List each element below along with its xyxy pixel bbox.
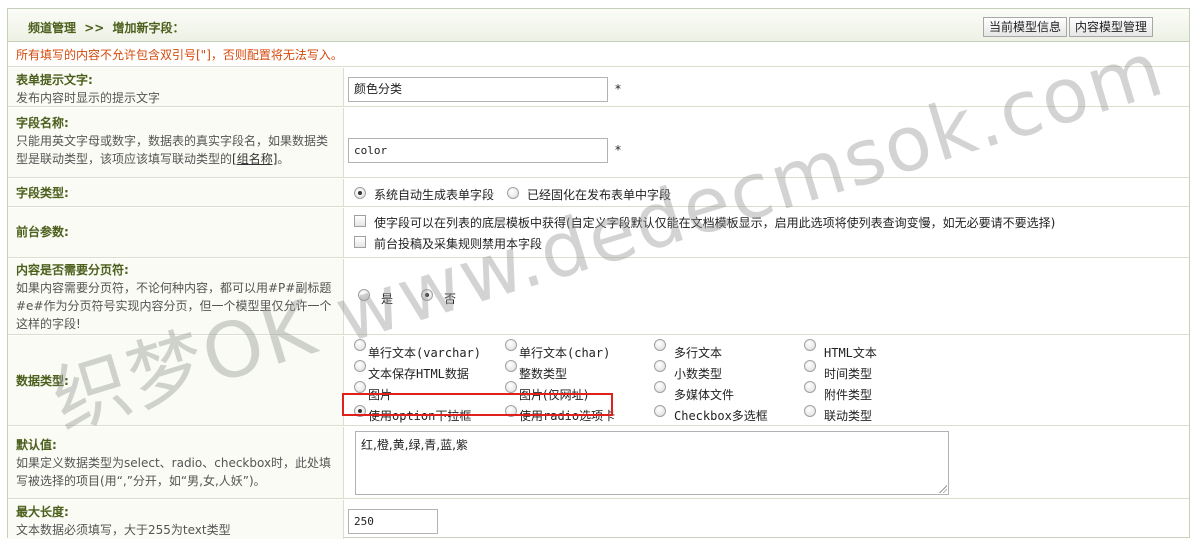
row-prompt-text: 表单提示文字: 发布内容时显示的提示文字 颜色分类 * xyxy=(8,68,1189,107)
datatype-image-radio[interactable] xyxy=(354,381,366,393)
row-field-type: 字段类型: 系统自动生成表单字段 已经固化在发布表单中字段 xyxy=(8,179,1189,207)
row-label: 前台参数: xyxy=(8,208,344,257)
row-label: 最大长度: 文本数据必须填写，大于255为text类型 xyxy=(8,500,344,539)
field-desc: 如果定义数据类型为select、radio、checkbox时，此处填写被选择的… xyxy=(16,456,332,488)
model-manage-button[interactable]: 内容模型管理 xyxy=(1069,17,1154,37)
notice-text: 所有填写的内容不允许包含双引号["]，否则配置将无法写入。 xyxy=(8,43,1189,67)
disable-submit-checkbox[interactable] xyxy=(354,236,366,248)
paging-yes-label: 是 xyxy=(381,292,394,306)
datatype-imgurl-radio[interactable] xyxy=(505,381,517,393)
field-title: 默认值: xyxy=(16,438,57,452)
list-template-label: 使字段可以在列表的底层模板中获得(自定义字段默认仅能在文档模板显示，启用此选项将… xyxy=(374,216,1056,230)
datatype-htmldata-label: 文本保存HTML数据 xyxy=(368,367,469,381)
group-name-link[interactable]: [组名称] xyxy=(232,152,277,166)
datatype-varchar-label: 单行文本(varchar) xyxy=(368,346,482,360)
datatype-htmldata-radio[interactable] xyxy=(354,360,366,372)
row-value: 250 xyxy=(345,500,1189,539)
row-value: 系统自动生成表单字段 已经固化在发布表单中字段 xyxy=(345,179,1189,206)
default-value-text: 红,橙,黄,绿,青,蓝,紫 xyxy=(361,438,468,452)
field-title: 最大长度: xyxy=(16,505,69,519)
datatype-datetime-radio[interactable] xyxy=(804,360,816,372)
field-title: 内容是否需要分页符: xyxy=(16,263,129,277)
row-label: 数据类型: xyxy=(8,336,344,425)
datatype-float-label: 小数类型 xyxy=(674,367,723,381)
paging-yes-radio[interactable] xyxy=(358,289,370,301)
row-paging: 内容是否需要分页符: 如果内容需要分页符，不论何种内容，都可以用#P#副标题#e… xyxy=(8,259,1189,335)
field-name-input[interactable]: color xyxy=(348,138,608,163)
field-type-auto-label: 系统自动生成表单字段 xyxy=(374,188,495,202)
resize-grip-icon[interactable] xyxy=(939,485,947,493)
field-desc: 发布内容时显示的提示文字 xyxy=(16,91,161,105)
datatype-varchar-radio[interactable] xyxy=(354,339,366,351)
required-mark: * xyxy=(615,143,621,157)
required-mark: * xyxy=(615,82,621,96)
datatype-checkbox-radio[interactable] xyxy=(654,405,666,417)
field-form-panel: 频道管理 >> 增加新字段： 当前模型信息 内容模型管理 所有填写的内容不允许包… xyxy=(7,8,1190,539)
field-title: 前台参数: xyxy=(16,225,69,239)
datatype-int-radio[interactable] xyxy=(505,360,517,372)
row-label: 字段名称: 只能用英文字母或数字，数据表的真实字段名，如果数据类型是联动类型，该… xyxy=(8,108,344,177)
panel-header: 频道管理 >> 增加新字段： 当前模型信息 内容模型管理 xyxy=(8,9,1189,42)
row-value: 是 否 xyxy=(345,259,1189,334)
datatype-stepselect-label: 联动类型 xyxy=(824,409,873,423)
field-desc: 文本数据必须填写，大于255为text类型 xyxy=(16,523,231,537)
datatype-html-radio[interactable] xyxy=(804,339,816,351)
row-default-value: 默认值: 如果定义数据类型为select、radio、checkbox时，此处填… xyxy=(8,427,1189,499)
datatype-multitext-radio[interactable] xyxy=(654,339,666,351)
datatype-html-label: HTML文本 xyxy=(824,346,877,360)
row-label: 字段类型: xyxy=(8,179,344,206)
highlight-box xyxy=(342,393,613,416)
row-label: 默认值: 如果定义数据类型为select、radio、checkbox时，此处填… xyxy=(8,427,344,498)
datatype-media-label: 多媒体文件 xyxy=(674,388,735,402)
datatype-float-radio[interactable] xyxy=(654,360,666,372)
field-type-fixed-radio[interactable] xyxy=(507,187,519,199)
datatype-addon-label: 附件类型 xyxy=(824,388,873,402)
row-front-params: 前台参数: 使字段可以在列表的底层模板中获得(自定义字段默认仅能在文档模板显示，… xyxy=(8,208,1189,258)
breadcrumb-separator: >> xyxy=(84,21,105,35)
field-type-fixed-label: 已经固化在发布表单中字段 xyxy=(527,188,672,202)
datatype-addon-radio[interactable] xyxy=(804,381,816,393)
field-title: 表单提示文字: xyxy=(16,73,93,87)
datatype-multitext-label: 多行文本 xyxy=(674,346,723,360)
row-max-length: 最大长度: 文本数据必须填写，大于255为text类型 250 xyxy=(8,500,1189,539)
datatype-char-label: 单行文本(char) xyxy=(519,346,611,360)
default-value-textarea[interactable]: 红,橙,黄,绿,青,蓝,紫 xyxy=(355,431,949,495)
row-label: 表单提示文字: 发布内容时显示的提示文字 xyxy=(8,68,344,106)
datatype-media-radio[interactable] xyxy=(654,381,666,393)
model-info-button[interactable]: 当前模型信息 xyxy=(983,17,1068,37)
row-value: 红,橙,黄,绿,青,蓝,紫 xyxy=(345,427,1189,498)
row-value: 颜色分类 * xyxy=(345,68,1189,106)
row-value: 使字段可以在列表的底层模板中获得(自定义字段默认仅能在文档模板显示，启用此选项将… xyxy=(345,208,1189,257)
max-length-input[interactable]: 250 xyxy=(348,509,438,534)
breadcrumb-root-link[interactable]: 频道管理 xyxy=(28,21,76,35)
paging-no-label: 否 xyxy=(444,292,457,306)
field-desc-end: 。 xyxy=(277,152,290,166)
breadcrumb-current: 增加新字段： xyxy=(112,21,185,35)
row-field-name: 字段名称: 只能用英文字母或数字，数据表的真实字段名，如果数据类型是联动类型，该… xyxy=(8,108,1189,178)
paging-no-radio[interactable] xyxy=(421,289,433,301)
datatype-datetime-label: 时间类型 xyxy=(824,367,873,381)
datatype-char-radio[interactable] xyxy=(505,339,517,351)
field-title: 字段类型: xyxy=(16,186,69,200)
row-label: 内容是否需要分页符: 如果内容需要分页符，不论何种内容，都可以用#P#副标题#e… xyxy=(8,259,344,334)
list-template-checkbox[interactable] xyxy=(354,215,366,227)
field-desc: 如果内容需要分页符，不论何种内容，都可以用#P#副标题#e#作为分页符号实现内容… xyxy=(16,281,332,331)
datatype-stepselect-radio[interactable] xyxy=(804,405,816,417)
field-desc: 只能用英文字母或数字，数据表的真实字段名，如果数据类型是联动类型，该项应该填写联… xyxy=(16,132,335,168)
row-value: color * xyxy=(345,108,1189,177)
breadcrumb: 频道管理 >> 增加新字段： xyxy=(28,19,185,36)
datatype-int-label: 整数类型 xyxy=(519,367,568,381)
field-title: 数据类型: xyxy=(16,374,69,388)
datatype-checkbox-label: Checkbox多选框 xyxy=(674,409,768,423)
prompt-text-input[interactable]: 颜色分类 xyxy=(348,77,608,102)
field-type-auto-radio[interactable] xyxy=(354,187,366,199)
disable-submit-label: 前台投稿及采集规则禁用本字段 xyxy=(374,237,543,251)
field-title: 字段名称: xyxy=(16,116,69,130)
